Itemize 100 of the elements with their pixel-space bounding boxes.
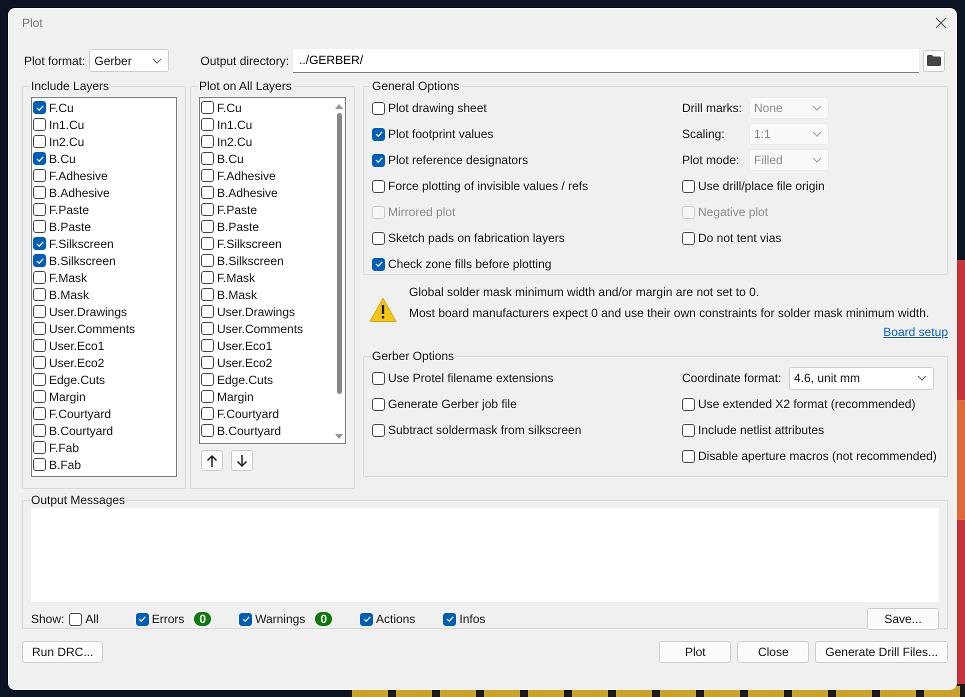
checkbox[interactable] xyxy=(33,237,46,250)
checkbox[interactable] xyxy=(682,398,695,410)
checkbox[interactable] xyxy=(682,450,695,462)
layer-name: F.Adhesive xyxy=(49,168,108,182)
checkbox[interactable] xyxy=(201,220,214,233)
checkbox[interactable] xyxy=(372,180,385,192)
dialog-button[interactable]: Generate Drill Files... xyxy=(815,641,948,663)
check-icon xyxy=(137,614,148,624)
checkbox[interactable] xyxy=(372,154,385,166)
count-badge: 0 xyxy=(194,612,212,626)
checkbox[interactable] xyxy=(201,305,214,318)
checkbox[interactable] xyxy=(201,322,214,335)
checkbox[interactable] xyxy=(201,237,214,250)
checkbox[interactable] xyxy=(443,612,456,626)
checkbox[interactable] xyxy=(33,322,46,335)
checkbox[interactable] xyxy=(372,398,385,410)
checkbox[interactable] xyxy=(33,152,46,165)
layer-name: Margin xyxy=(217,390,254,404)
layer-name: B.Cu xyxy=(49,152,76,166)
checkbox[interactable] xyxy=(201,135,214,148)
move-up-button[interactable] xyxy=(201,450,223,471)
checkbox[interactable] xyxy=(201,271,214,284)
checkbox[interactable] xyxy=(33,424,46,437)
browse-button[interactable] xyxy=(923,50,945,72)
checkbox[interactable] xyxy=(33,305,46,318)
checkbox[interactable] xyxy=(201,390,214,403)
checkbox[interactable] xyxy=(33,288,46,301)
layer-name: F.Adhesive xyxy=(217,168,276,182)
run-drc-button[interactable]: Run DRC... xyxy=(22,641,104,663)
board-setup-link[interactable]: Board setup xyxy=(883,325,948,339)
arrow-down-icon xyxy=(236,454,248,468)
checkbox[interactable] xyxy=(682,180,695,192)
checkbox[interactable] xyxy=(201,118,214,131)
filter-label: Infos xyxy=(459,612,486,626)
checkbox[interactable] xyxy=(201,101,214,114)
layer-name: F.Paste xyxy=(217,202,258,216)
checkbox[interactable] xyxy=(201,186,214,199)
checkbox[interactable] xyxy=(69,612,82,626)
option-label: Plot mode: xyxy=(682,153,740,167)
checkbox[interactable] xyxy=(201,373,214,386)
checkbox[interactable] xyxy=(33,186,46,199)
checkbox[interactable] xyxy=(33,458,46,471)
checkbox[interactable] xyxy=(372,372,385,384)
checkbox[interactable] xyxy=(33,118,46,131)
layer-name: In2.Cu xyxy=(49,134,84,148)
close-icon[interactable] xyxy=(935,17,947,29)
filter-label: Warnings xyxy=(255,612,306,626)
checkbox[interactable] xyxy=(33,135,46,148)
checkbox[interactable] xyxy=(239,612,252,626)
checkbox[interactable] xyxy=(33,101,46,114)
checkbox[interactable] xyxy=(682,232,695,244)
checkbox[interactable] xyxy=(33,271,46,284)
checkbox[interactable] xyxy=(201,254,214,267)
dialog-button[interactable]: Plot xyxy=(659,641,732,663)
checkbox[interactable] xyxy=(372,128,385,140)
move-down-button[interactable] xyxy=(231,450,253,471)
checkbox[interactable] xyxy=(33,169,46,182)
checkbox[interactable] xyxy=(201,356,214,369)
output-directory-field[interactable]: ../GERBER/ xyxy=(293,48,919,72)
save-button[interactable]: Save... xyxy=(867,608,939,630)
layer-name: In2.Cu xyxy=(217,134,252,148)
warning-icon xyxy=(369,297,397,323)
checkbox[interactable] xyxy=(33,203,46,216)
checkbox[interactable] xyxy=(372,232,385,244)
caret-icon xyxy=(917,375,927,381)
checkbox[interactable] xyxy=(33,407,46,420)
option-label: Mirrored plot xyxy=(388,205,456,219)
checkbox[interactable] xyxy=(33,356,46,369)
checkbox[interactable] xyxy=(33,254,46,267)
scroll-down-icon[interactable] xyxy=(335,434,343,440)
option-label: Disable aperture macros (not recommended) xyxy=(698,449,937,463)
checkbox[interactable] xyxy=(33,390,46,403)
checkbox[interactable] xyxy=(201,203,214,216)
checkbox[interactable] xyxy=(201,152,214,165)
checkbox[interactable] xyxy=(33,373,46,386)
checkbox[interactable] xyxy=(682,424,695,436)
checkbox[interactable] xyxy=(360,612,373,626)
checkbox[interactable] xyxy=(201,169,214,182)
checkbox[interactable] xyxy=(372,258,385,270)
dropdown[interactable]: 4.6, unit mm xyxy=(789,366,934,390)
checkbox[interactable] xyxy=(201,288,214,301)
checkbox[interactable] xyxy=(201,407,214,420)
checkbox[interactable] xyxy=(33,220,46,233)
layer-name: F.Cu xyxy=(49,100,74,114)
dialog-button[interactable]: Close xyxy=(737,641,810,663)
checkbox[interactable] xyxy=(136,612,149,626)
layer-name: B.Fab xyxy=(49,458,82,472)
checkbox[interactable] xyxy=(201,339,214,352)
checkbox[interactable] xyxy=(372,424,385,436)
option-label: Plot reference designators xyxy=(388,153,528,167)
option-label: Check zone fills before plotting xyxy=(388,257,552,271)
checkbox[interactable] xyxy=(33,339,46,352)
layer-name: User.Drawings xyxy=(49,304,128,318)
layer-name: B.Adhesive xyxy=(49,186,110,200)
warning-text: Most board manufacturers expect 0 and use their own constraints for solder mask minimum width. xyxy=(409,306,930,322)
scroll-up-icon[interactable] xyxy=(335,103,343,109)
checkbox[interactable] xyxy=(372,102,385,114)
checkbox[interactable] xyxy=(33,441,46,454)
plot-format-dropdown[interactable]: Gerber xyxy=(89,49,170,72)
checkbox[interactable] xyxy=(201,424,214,437)
